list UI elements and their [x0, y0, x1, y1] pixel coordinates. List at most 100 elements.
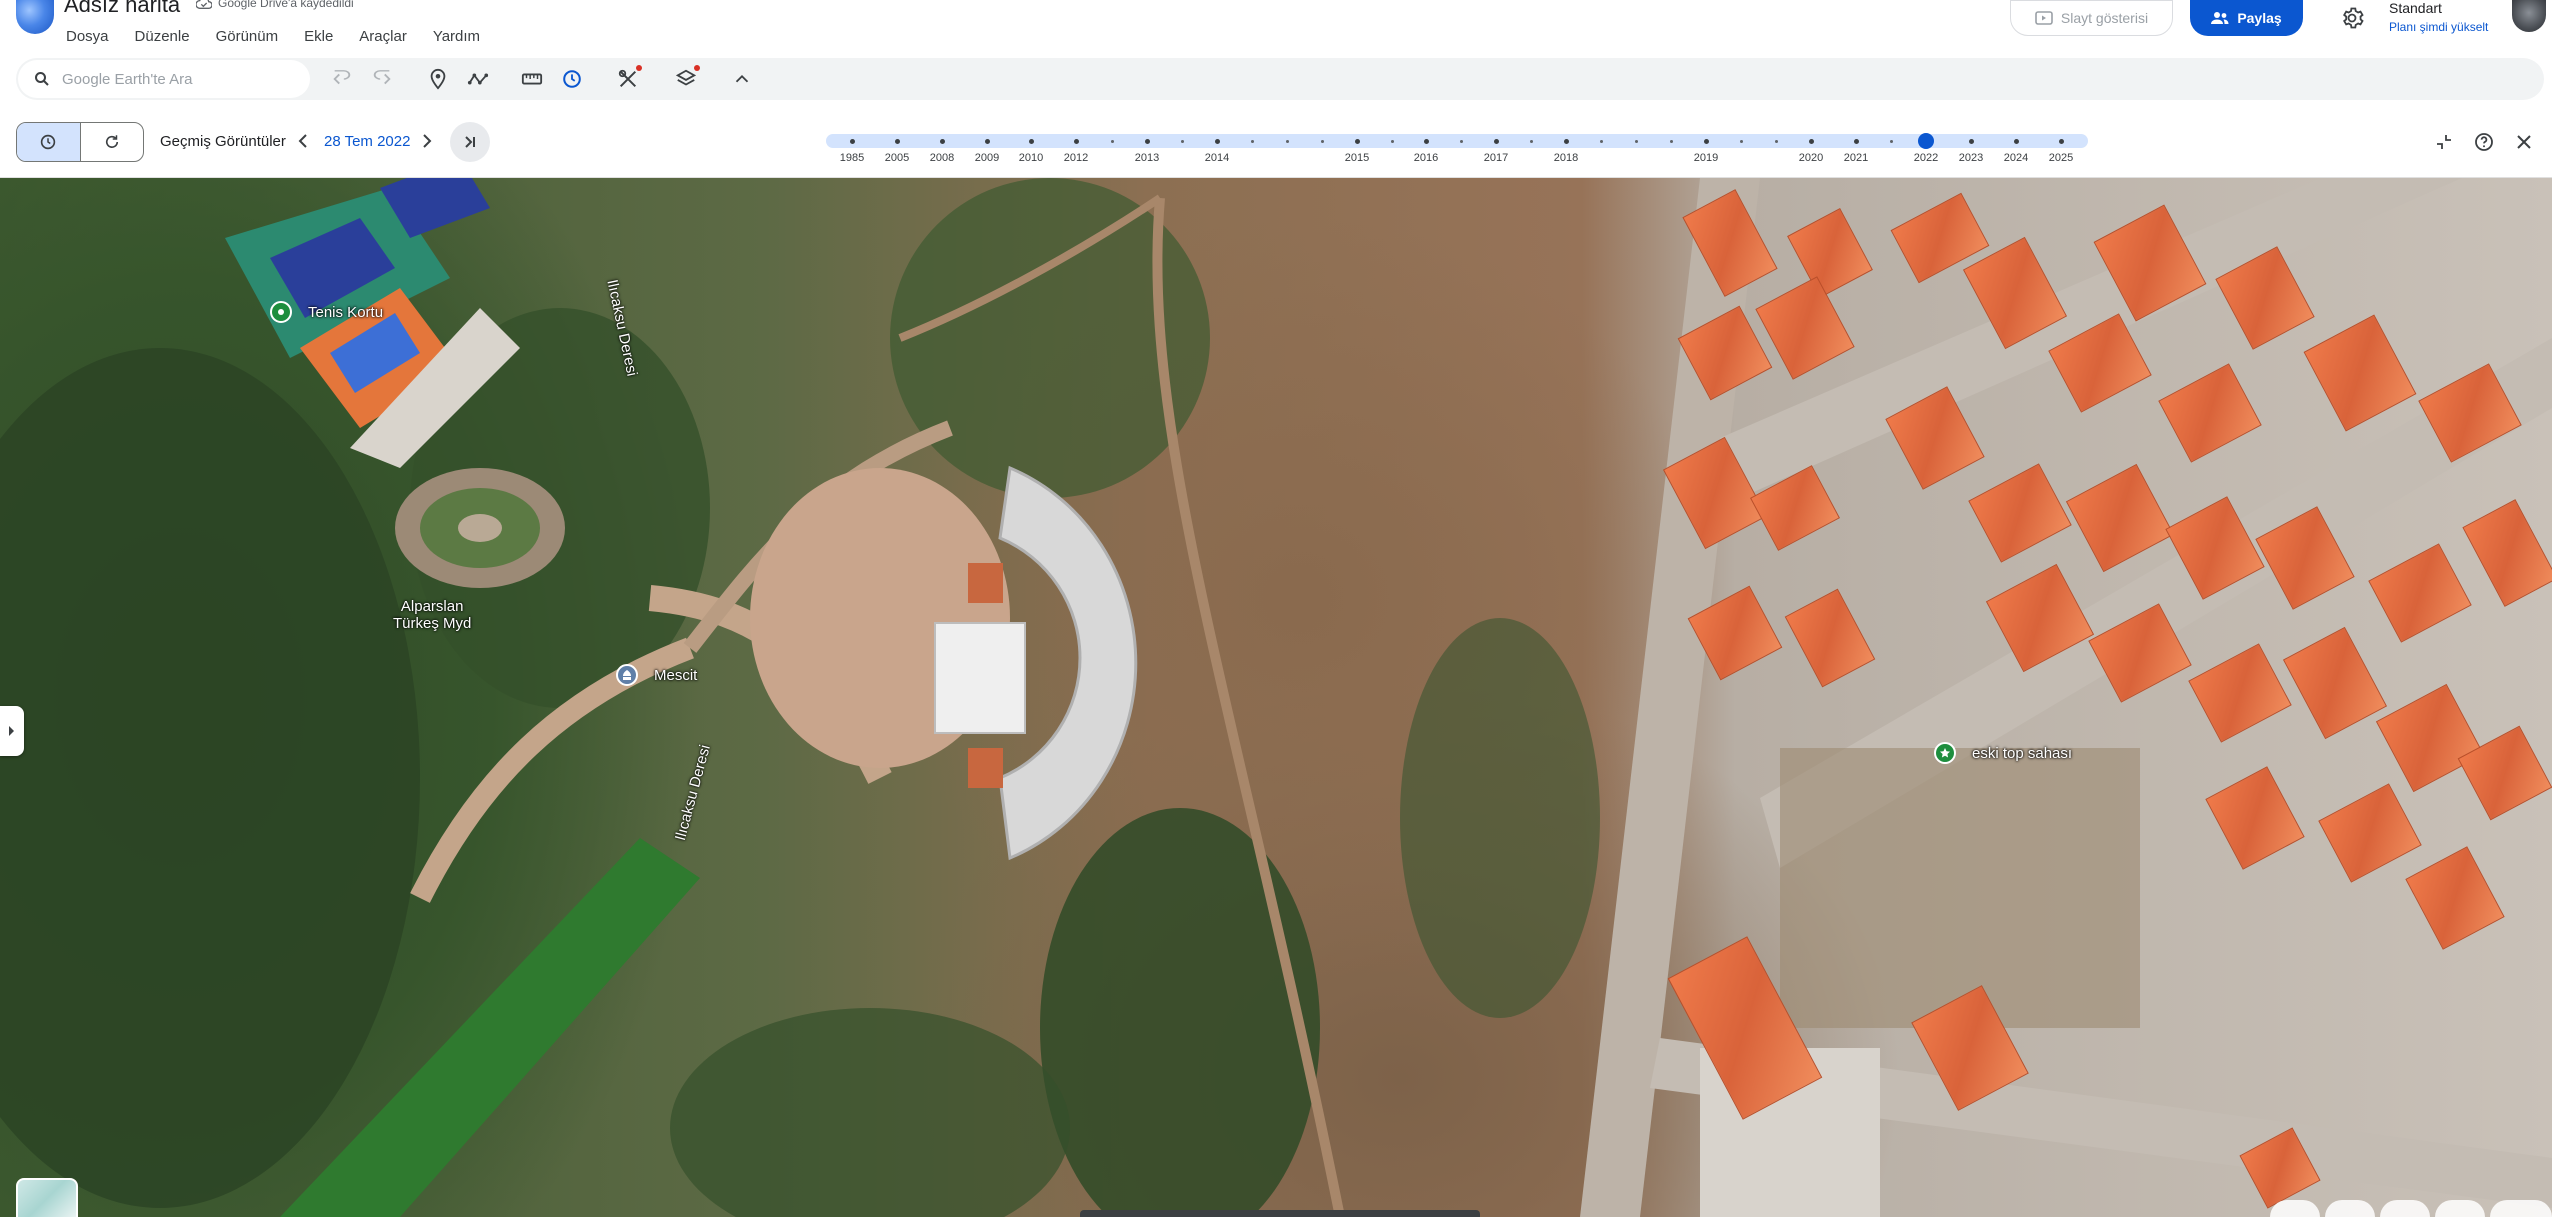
- ruler-icon[interactable]: [520, 67, 544, 91]
- scale-bar: [1080, 1210, 1480, 1217]
- cloud-done-icon: [196, 0, 212, 9]
- park-pin-icon[interactable]: [1934, 742, 1956, 764]
- labs-tools-icon[interactable]: [616, 65, 642, 91]
- timeline-selected-year-marker[interactable]: [1918, 133, 1934, 149]
- menu-help[interactable]: Yardım: [433, 28, 480, 45]
- timeline-year-marker[interactable]: [1423, 139, 1429, 144]
- timeline-year-label: 2010: [1018, 152, 1044, 164]
- timeline-year-marker[interactable]: [1563, 139, 1569, 144]
- menu-view[interactable]: Görünüm: [216, 28, 279, 45]
- project-title[interactable]: Adsız harita: [64, 0, 180, 18]
- timeline-minor-marker[interactable]: [1285, 140, 1289, 143]
- timeline-year-marker[interactable]: [939, 139, 945, 144]
- history-mode-button[interactable]: [17, 123, 81, 161]
- timeline-minor-marker[interactable]: [1669, 140, 1673, 143]
- timeline-year-label: 2025: [2048, 152, 2074, 164]
- timeline-year-marker[interactable]: [1703, 139, 1709, 144]
- settings-gear-icon[interactable]: [2340, 6, 2364, 30]
- layers-icon[interactable]: [674, 65, 700, 91]
- timeline-year-marker[interactable]: [1354, 139, 1360, 144]
- share-button[interactable]: Paylaş: [2190, 0, 2303, 36]
- jump-to-latest-button[interactable]: [450, 122, 490, 162]
- imagery-timeline-track[interactable]: [826, 134, 2088, 148]
- zoom-in-control[interactable]: [2490, 1200, 2552, 1217]
- timeline-minor-marker[interactable]: [1320, 140, 1324, 143]
- place-label-old-football-field[interactable]: eski top sahası: [1972, 745, 2072, 762]
- current-imagery-date[interactable]: 28 Tem 2022: [324, 133, 410, 150]
- timeline-minor-marker[interactable]: [1390, 140, 1394, 143]
- timeline-year-label: 2021: [1843, 152, 1869, 164]
- zoom-out-control[interactable]: [2380, 1200, 2430, 1217]
- menu-edit[interactable]: Düzenle: [135, 28, 190, 45]
- timeline-year-marker[interactable]: [1493, 139, 1499, 144]
- timeline-year-label: 2024: [2003, 152, 2029, 164]
- place-pin-icon[interactable]: [270, 301, 292, 323]
- menu-tools[interactable]: Araçlar: [359, 28, 407, 45]
- timeline-year-marker[interactable]: [894, 139, 900, 144]
- expand-sidebar-chevron-right-icon[interactable]: [0, 706, 24, 756]
- account-avatar[interactable]: [2512, 0, 2546, 32]
- timeline-minor-marker[interactable]: [1110, 140, 1114, 143]
- timeline-year-marker[interactable]: [2058, 139, 2064, 144]
- place-label-park[interactable]: Alparslan Türkeş Myd: [393, 598, 471, 632]
- skip-to-end-icon: [465, 136, 475, 148]
- history-mode-toggle: [16, 122, 144, 162]
- plan-upgrade-link[interactable]: Planı şimdi yükselt: [2389, 20, 2488, 34]
- timeline-year-marker[interactable]: [1214, 139, 1220, 144]
- title-bar: Adsız harita Google Drive'a kaydedildi D…: [0, 0, 2552, 56]
- place-label-tennis-court[interactable]: Tenis Kortu: [308, 304, 383, 321]
- timeline-minor-marker[interactable]: [1739, 140, 1743, 143]
- help-icon[interactable]: [2473, 131, 2495, 153]
- timeline-minor-marker[interactable]: [1774, 140, 1778, 143]
- search-box[interactable]: [18, 60, 310, 98]
- search-icon: [35, 72, 49, 86]
- plan-info[interactable]: Standart Planı şimdi yükselt: [2389, 0, 2488, 34]
- menu-insert[interactable]: Ekle: [304, 28, 333, 45]
- timeline-year-marker[interactable]: [1073, 139, 1079, 144]
- minimize-timeline-icon[interactable]: [2433, 131, 2455, 153]
- timeline-year-marker[interactable]: [1968, 139, 1974, 144]
- add-placemark-icon[interactable]: [426, 67, 450, 91]
- timeline-minor-marker[interactable]: [1250, 140, 1254, 143]
- satellite-imagery: [0, 178, 2552, 1217]
- timeline-year-marker[interactable]: [849, 139, 855, 144]
- google-earth-logo[interactable]: [16, 0, 54, 34]
- collapse-toolbar-chevron-up-icon[interactable]: [730, 67, 754, 91]
- map-style-thumbnail[interactable]: [16, 1178, 78, 1217]
- timeline-year-marker[interactable]: [2013, 139, 2019, 144]
- mosque-pin-icon[interactable]: [616, 664, 638, 686]
- timeline-year-marker[interactable]: [1853, 139, 1859, 144]
- map-viewport[interactable]: Tenis Kortu Alparslan Türkeş Myd Mescit …: [0, 178, 2552, 1217]
- compass-control[interactable]: [2270, 1200, 2320, 1217]
- plan-name: Standart: [2389, 0, 2442, 16]
- historical-imagery-icon[interactable]: [560, 67, 584, 91]
- draw-path-icon[interactable]: [466, 67, 490, 91]
- timeline-minor-marker[interactable]: [1529, 140, 1533, 143]
- park-name-line2: Türkeş Myd: [393, 615, 472, 632]
- timeline-year-label: 2018: [1553, 152, 1579, 164]
- previous-date-chevron-left-icon[interactable]: [296, 132, 310, 155]
- timeline-minor-marker[interactable]: [1180, 140, 1184, 143]
- timeline-minor-marker[interactable]: [1459, 140, 1463, 143]
- search-input[interactable]: [62, 70, 292, 88]
- undo-icon[interactable]: [330, 67, 354, 91]
- timeline-minor-marker[interactable]: [1599, 140, 1603, 143]
- tilt-control[interactable]: [2325, 1200, 2375, 1217]
- menu-file[interactable]: Dosya: [66, 28, 109, 45]
- main-toolbar: [16, 58, 2544, 100]
- slideshow-button[interactable]: Slayt gösterisi: [2010, 0, 2173, 36]
- timeline-year-label: 2016: [1413, 152, 1439, 164]
- timeline-year-marker[interactable]: [1144, 139, 1150, 144]
- current-imagery-button[interactable]: [81, 123, 144, 161]
- place-label-mosque[interactable]: Mescit: [654, 667, 697, 684]
- timeline-minor-marker[interactable]: [1634, 140, 1638, 143]
- redo-icon[interactable]: [370, 67, 394, 91]
- close-icon[interactable]: [2513, 131, 2535, 153]
- timeline-minor-marker[interactable]: [1889, 140, 1893, 143]
- timeline-year-marker[interactable]: [1028, 139, 1034, 144]
- next-date-chevron-right-icon[interactable]: [420, 132, 434, 155]
- timeline-year-marker[interactable]: [1808, 139, 1814, 144]
- timeline-year-marker[interactable]: [984, 139, 990, 144]
- timeline-year-label: 2019: [1693, 152, 1719, 164]
- street-view-control[interactable]: [2435, 1200, 2485, 1217]
